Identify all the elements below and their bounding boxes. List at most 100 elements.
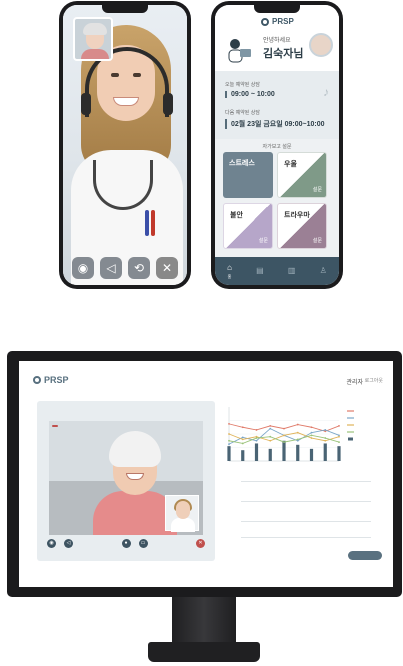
- bar-mark: [337, 446, 341, 461]
- today-appointment[interactable]: 오늘 예약된 상담 09:00 ~ 10:00: [225, 81, 325, 98]
- series-point: [228, 433, 230, 435]
- series-point: [283, 434, 285, 437]
- tile-tag: 설문: [312, 187, 322, 193]
- tile-depression[interactable]: 우울 설문: [277, 152, 327, 198]
- series-point: [338, 441, 340, 443]
- tile-label: 우울: [284, 161, 297, 168]
- series-point: [283, 427, 285, 430]
- tile-tag: 설문: [312, 238, 322, 244]
- series-point: [255, 429, 258, 431]
- headset-ear: [163, 93, 173, 115]
- nav-home[interactable]: ⌂ 홈: [227, 263, 232, 280]
- mic-button[interactable]: ●: [121, 539, 131, 559]
- bottom-nav: ⌂ 홈 ▤ ▥ ♙: [215, 257, 339, 285]
- monitor-stand-base: [148, 642, 260, 662]
- series-point: [241, 436, 244, 439]
- screen-share-button[interactable]: ▭: [138, 539, 148, 559]
- logo-mark-icon: [261, 17, 269, 26]
- tile-label: 불안: [230, 212, 243, 219]
- speaker-button[interactable]: ◁: [64, 539, 73, 559]
- pip-body: [81, 49, 109, 59]
- nav-calendar[interactable]: ▤: [256, 266, 264, 277]
- brand-logo: PRSP: [261, 17, 294, 26]
- brand-name: PRSP: [44, 375, 69, 385]
- series-point: [255, 439, 258, 442]
- user-name: 김숙자님: [263, 48, 304, 60]
- series-point: [324, 429, 327, 431]
- video-controls: ◉ ◁ ● ▭ ✕: [47, 539, 205, 559]
- avatar[interactable]: [309, 33, 333, 57]
- phone-notch: [102, 5, 148, 13]
- series-point: [296, 438, 299, 441]
- bar-mark: [323, 443, 327, 461]
- monitor-stand-neck: [172, 597, 236, 645]
- self-test-section: 자가보고 설문 스트레스 우울 설문 불안 설문 트라우마 설문: [215, 139, 339, 257]
- series-point: [310, 437, 313, 439]
- client-hair: [109, 431, 161, 467]
- next-label: 다음 예약된 상담: [225, 110, 260, 116]
- next-time: 02월 23일 금요일 09:00~10:00: [225, 119, 335, 129]
- call-controls: ◉ ◁ ⟲ ✕: [63, 251, 187, 285]
- greeting-text: 안녕하세요: [263, 38, 291, 44]
- end-call-button[interactable]: ✕: [196, 539, 205, 559]
- series-point: [269, 435, 272, 438]
- series-point: [269, 425, 272, 427]
- series-point: [310, 426, 313, 429]
- mood-trend-chart: [227, 407, 354, 462]
- self-view-pip[interactable]: [165, 495, 199, 532]
- note-field-2-line[interactable]: [241, 521, 371, 522]
- camera-icon: ◉: [47, 539, 56, 548]
- bar-mark: [282, 440, 286, 461]
- control-group-mid: ● ▭: [121, 539, 148, 559]
- bar-mark: [268, 448, 272, 461]
- desktop-monitor: PRSP 관리자 로그아웃 ◉ ◁ ● ▭ ✕: [7, 351, 402, 597]
- bar-mark: [227, 446, 231, 461]
- next-appointment[interactable]: 다음 예약된 상담 02월 23일 금요일 09:00~10:00: [225, 109, 335, 129]
- pip-face: [176, 501, 190, 519]
- series-point: [228, 422, 230, 425]
- series-point: [324, 439, 327, 442]
- today-time: 09:00 ~ 10:00: [225, 91, 325, 98]
- brand-logo[interactable]: PRSP: [33, 375, 69, 385]
- note-field-1-line[interactable]: [241, 501, 371, 502]
- self-test-title: 자가보고 설문: [262, 144, 292, 150]
- switch-camera-icon[interactable]: ⟲: [128, 257, 150, 279]
- speaker-icon[interactable]: ◁: [100, 257, 122, 279]
- series-point: [228, 439, 230, 442]
- save-button[interactable]: [348, 551, 382, 560]
- pen: [145, 210, 149, 236]
- end-call-icon[interactable]: ✕: [156, 257, 178, 279]
- tile-stress[interactable]: 스트레스: [223, 152, 273, 198]
- camera-button[interactable]: ◉: [47, 539, 56, 559]
- screen-icon: ▭: [138, 539, 148, 548]
- nav-records[interactable]: ▥: [288, 266, 296, 277]
- tile-anxiety[interactable]: 불안 설문: [223, 203, 273, 249]
- series-point: [228, 443, 230, 446]
- control-group-left: ◉ ◁: [47, 539, 73, 559]
- user-icon: ♙: [319, 265, 327, 275]
- series-point: [310, 431, 313, 434]
- series-point: [338, 425, 340, 427]
- self-view-pip[interactable]: [73, 17, 113, 61]
- series-point: [269, 439, 272, 442]
- logo-mark-icon: [33, 376, 41, 384]
- series-point: [255, 437, 258, 439]
- legend-swatch: [348, 437, 353, 441]
- app-header: PRSP 안녕하세요 김숙자님: [215, 5, 339, 71]
- note-field-1-line[interactable]: [241, 481, 371, 482]
- note-field-2-line[interactable]: [241, 537, 371, 538]
- series-point: [283, 441, 285, 443]
- bar-mark: [254, 443, 259, 461]
- record-icon: ▥: [287, 265, 296, 275]
- logout-link[interactable]: 로그아웃: [365, 377, 383, 384]
- nav-profile[interactable]: ♙: [320, 266, 327, 277]
- series-point: [296, 423, 299, 426]
- bar-mark: [241, 450, 245, 461]
- tile-trauma[interactable]: 트라우마 설문: [277, 203, 327, 249]
- series-point: [296, 431, 299, 434]
- bar-mark: [296, 444, 300, 461]
- camera-icon[interactable]: ◉: [72, 257, 94, 279]
- video-panel: ◉ ◁ ● ▭ ✕: [37, 401, 215, 561]
- bell-icon[interactable]: ♪: [323, 85, 329, 99]
- nav-label: 홈: [227, 273, 232, 279]
